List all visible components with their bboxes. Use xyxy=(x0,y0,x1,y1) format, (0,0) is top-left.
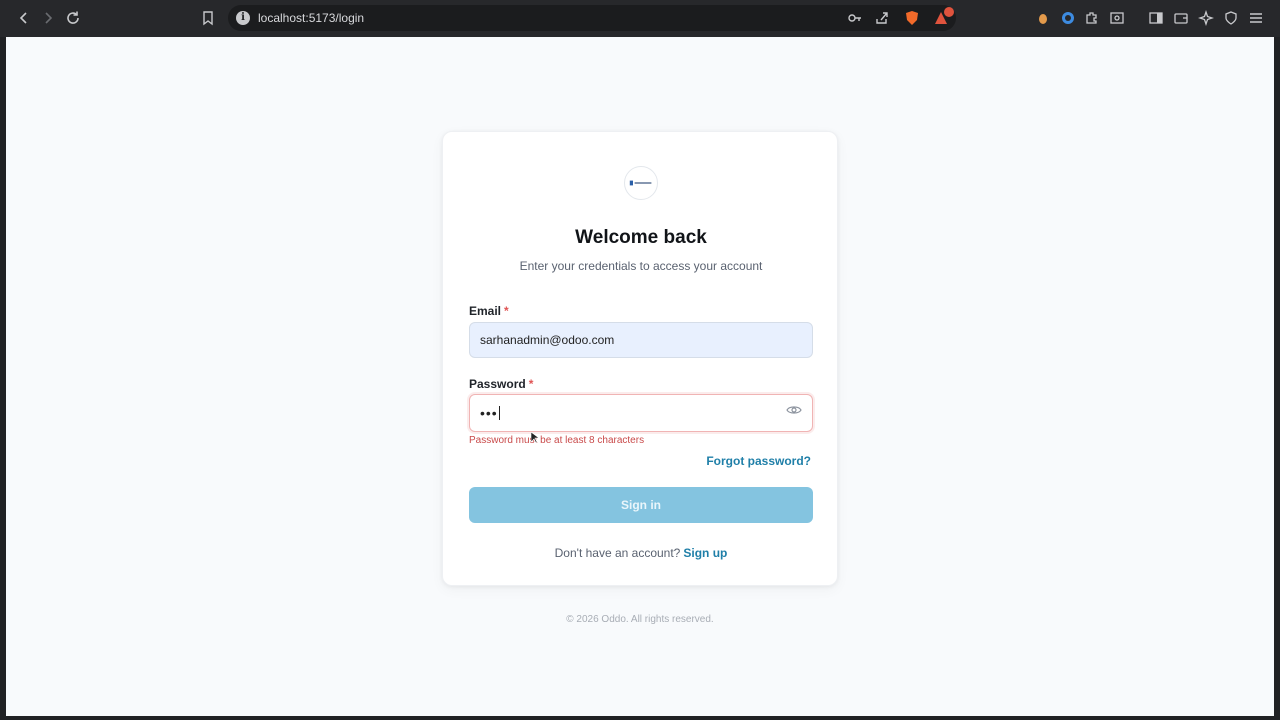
password-field[interactable]: ••• xyxy=(469,394,813,432)
rewards-badge xyxy=(944,7,954,17)
signup-prompt: Don't have an account? xyxy=(554,546,681,560)
app-logo xyxy=(624,166,658,200)
site-info-icon[interactable]: i xyxy=(236,11,250,25)
sidebar-icon[interactable] xyxy=(1147,9,1165,27)
page-viewport: Welcome back Enter your credentials to a… xyxy=(6,37,1274,716)
share-icon[interactable] xyxy=(873,9,891,27)
mouse-cursor-icon xyxy=(531,432,539,444)
url-text[interactable]: localhost:5173/login xyxy=(258,11,364,25)
page-subtitle: Enter your credentials to access your ac… xyxy=(519,259,763,273)
eye-icon[interactable] xyxy=(786,402,802,418)
brave-shield-icon[interactable] xyxy=(903,9,921,27)
sign-in-button[interactable]: Sign in xyxy=(469,487,813,523)
bookmark-icon[interactable] xyxy=(199,9,217,27)
text-caret xyxy=(498,406,500,420)
page-title: Welcome back xyxy=(575,227,707,248)
email-label-text: Email xyxy=(469,304,502,318)
address-bar[interactable]: i localhost:5173/login xyxy=(228,5,956,31)
sign-up-link[interactable]: Sign up xyxy=(683,546,727,560)
logo-icon xyxy=(629,180,652,186)
key-icon[interactable] xyxy=(846,9,864,27)
signup-row: Don't have an account? Sign up xyxy=(443,546,839,560)
menu-icon[interactable] xyxy=(1247,9,1265,27)
password-value: ••• xyxy=(480,405,498,421)
footer-copyright: © 2026 Oddo. All rights reserved. xyxy=(566,614,714,625)
email-label: Email * xyxy=(469,304,509,318)
back-icon[interactable] xyxy=(15,9,33,27)
reload-icon[interactable] xyxy=(64,9,82,27)
wallet-icon[interactable] xyxy=(1172,9,1190,27)
browser-toolbar: i localhost:5173/login xyxy=(0,0,1280,37)
email-field[interactable]: sarhanadmin@odoo.com xyxy=(469,322,813,358)
rewards-icon[interactable] xyxy=(932,7,954,27)
password-label: Password * xyxy=(469,377,533,391)
extension-sync-icon[interactable] xyxy=(1059,9,1077,27)
ai-assistant-icon[interactable] xyxy=(1197,9,1215,27)
forgot-password-link[interactable]: Forgot password? xyxy=(706,454,811,468)
password-label-text: Password xyxy=(469,377,526,391)
login-card: Welcome back Enter your credentials to a… xyxy=(442,131,838,586)
required-mark: * xyxy=(528,377,534,391)
email-value: sarhanadmin@odoo.com xyxy=(480,333,615,347)
extensions-icon[interactable] xyxy=(1083,9,1101,27)
forward-icon[interactable] xyxy=(39,9,57,27)
vpn-shield-icon[interactable] xyxy=(1222,9,1240,27)
extension-fox-icon[interactable] xyxy=(1034,9,1052,27)
screenshot-icon[interactable] xyxy=(1108,9,1126,27)
password-error: Password must be at least 8 characters xyxy=(469,435,645,446)
required-mark: * xyxy=(504,304,509,318)
